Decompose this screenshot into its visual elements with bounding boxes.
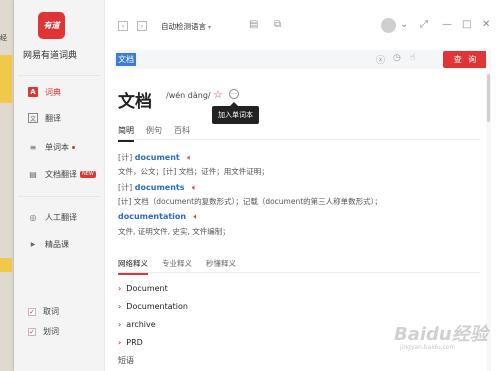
top-toolbar: ‹ › 自动检测语言 ▾ ▤ ⧉ ⌄ ⤢ — □ ✕: [104, 0, 500, 46]
phrase-heading: 短语: [118, 356, 134, 365]
history-icon[interactable]: ◷: [393, 53, 401, 63]
sidebar-item-human-translate[interactable]: ◎ 人工翻译: [14, 205, 104, 229]
chevron-down-icon: ▾: [208, 24, 212, 31]
dictionary-icon: A: [28, 87, 38, 97]
definition-entry: documentation 🔈︎: [118, 212, 198, 222]
tooltip: 加入单词本: [212, 102, 259, 124]
capture-word-toggle[interactable]: ✓ 取词: [28, 306, 118, 317]
definition-text: 文件, 证明文件, 史实, 文件编制；: [118, 227, 230, 236]
scrollbar-thumb[interactable]: [487, 74, 490, 122]
chevron-right-icon: ›: [118, 284, 122, 293]
background-desktop: 经: [0, 0, 14, 371]
word-link[interactable]: documentation: [118, 212, 186, 221]
chevron-right-icon: ›: [118, 320, 122, 329]
divider: [118, 272, 480, 273]
sidebar-item-label: 翻译: [45, 113, 61, 123]
app-window: 有道 网易有道词典 A 词典 文 翻译 ≡ 单词本 ▤ 文档翻译 NEW ◎ 人…: [14, 0, 500, 371]
checkbox-checked-icon: ✓: [28, 307, 36, 316]
search-bar[interactable]: 文档 ⓧ ◷ ☝ 查 询: [114, 50, 489, 69]
sidebar-item-label: 词典: [45, 87, 61, 97]
search-input[interactable]: 文档: [116, 53, 136, 66]
watermark-url: jingyan.baidu.com: [400, 344, 456, 351]
new-badge: NEW: [80, 170, 96, 178]
word-link[interactable]: documents: [135, 183, 185, 192]
web-meaning-label: PRD: [126, 338, 143, 347]
checkbox-label: 取词: [43, 307, 59, 316]
background-label: 经: [0, 34, 7, 42]
definition-text: 文件，公文；[计] 文档；证件；用文件证明；: [118, 167, 269, 176]
definition-entry: [计] document 🔈︎: [118, 152, 192, 163]
document-icon: ▤: [29, 169, 37, 179]
speaker-icon[interactable]: 🔈︎: [194, 212, 199, 221]
add-to-wordbook-star-icon[interactable]: ☆: [213, 88, 223, 101]
notification-dot: [72, 145, 75, 149]
web-meaning-item[interactable]: › Documentation: [118, 302, 188, 311]
web-meaning-label: Document: [126, 284, 168, 293]
notes-icon[interactable]: ▤: [249, 19, 258, 30]
background-folder: [0, 258, 12, 272]
back-button[interactable]: ‹: [118, 21, 128, 31]
web-meaning-item[interactable]: › archive: [118, 320, 156, 329]
web-meaning-item[interactable]: › Document: [118, 284, 168, 293]
web-meaning-label: Documentation: [126, 302, 188, 311]
human-translate-icon: ◎: [29, 212, 37, 222]
sidebar-item-dictionary[interactable]: A 词典: [14, 80, 104, 104]
sidebar: 有道 网易有道词典 A 词典 文 翻译 ≡ 单词本 ▤ 文档翻译 NEW ◎ 人…: [14, 0, 105, 371]
sidebar-item-document-translate[interactable]: ▤ 文档翻译 NEW: [14, 162, 104, 186]
screenshot-icon[interactable]: ⧉: [274, 19, 281, 30]
language-select-value: 自动检测语言: [161, 22, 206, 31]
domain-tag: [计]: [118, 153, 133, 162]
avatar[interactable]: [381, 18, 396, 33]
pinyin: /wén dàng/: [166, 91, 211, 100]
sidebar-item-courses[interactable]: ▶ 精品课: [14, 232, 104, 256]
divider: [118, 139, 480, 140]
maximize-icon[interactable]: □: [462, 19, 471, 30]
checkbox-checked-icon: ✓: [28, 327, 36, 336]
sidebar-item-translate[interactable]: 文 翻译: [14, 106, 104, 130]
speaker-icon[interactable]: 🔈︎: [187, 153, 192, 162]
app-name: 网易有道词典: [23, 51, 78, 61]
definition-text: [计] 文档（document的复数形式）；记载（document的第三人称单数…: [118, 197, 382, 206]
app-logo: 有道: [38, 12, 65, 39]
word-link[interactable]: document: [135, 153, 180, 162]
background-folder: [0, 55, 12, 103]
sidebar-item-label: 人工翻译: [45, 212, 77, 222]
more-options-icon[interactable]: ···: [229, 89, 239, 99]
watermark: Baidu经验: [394, 324, 488, 345]
checkbox-label: 划词: [43, 327, 59, 336]
domain-tag: [计]: [118, 183, 133, 192]
sidebar-item-wordbook[interactable]: ≡ 单词本: [14, 135, 104, 159]
mini-mode-icon[interactable]: ⤢: [420, 19, 428, 30]
menu-chevron-icon[interactable]: ⌄: [400, 19, 408, 30]
sidebar-item-label: 精品课: [45, 239, 69, 249]
language-select[interactable]: 自动检测语言 ▾: [161, 21, 211, 32]
definition-entry: [计] documents 🔈︎: [118, 182, 197, 193]
divider: [18, 196, 100, 197]
select-word-toggle[interactable]: ✓ 划词: [28, 326, 118, 337]
query-button[interactable]: 查 询: [443, 51, 489, 68]
wordbook-icon: ≡: [29, 142, 37, 152]
chevron-right-icon: ›: [118, 302, 122, 311]
web-meaning-item[interactable]: › PRD: [118, 338, 143, 347]
translate-icon: 文: [28, 113, 38, 123]
divider: [18, 75, 100, 76]
clear-icon[interactable]: ⓧ: [376, 53, 385, 66]
sidebar-item-label: 单词本: [45, 142, 69, 152]
web-meaning-label: archive: [126, 320, 156, 329]
close-icon[interactable]: ✕: [482, 19, 490, 30]
thumb-up-icon[interactable]: ☝: [410, 53, 415, 63]
chevron-right-icon: ›: [118, 338, 122, 347]
speaker-icon[interactable]: 🔈︎: [192, 183, 197, 192]
sidebar-item-label: 文档翻译: [45, 169, 77, 179]
forward-button[interactable]: ›: [137, 21, 147, 31]
minimize-icon[interactable]: —: [442, 19, 452, 30]
headword: 文档: [118, 92, 152, 112]
course-icon: ▶: [30, 240, 36, 248]
